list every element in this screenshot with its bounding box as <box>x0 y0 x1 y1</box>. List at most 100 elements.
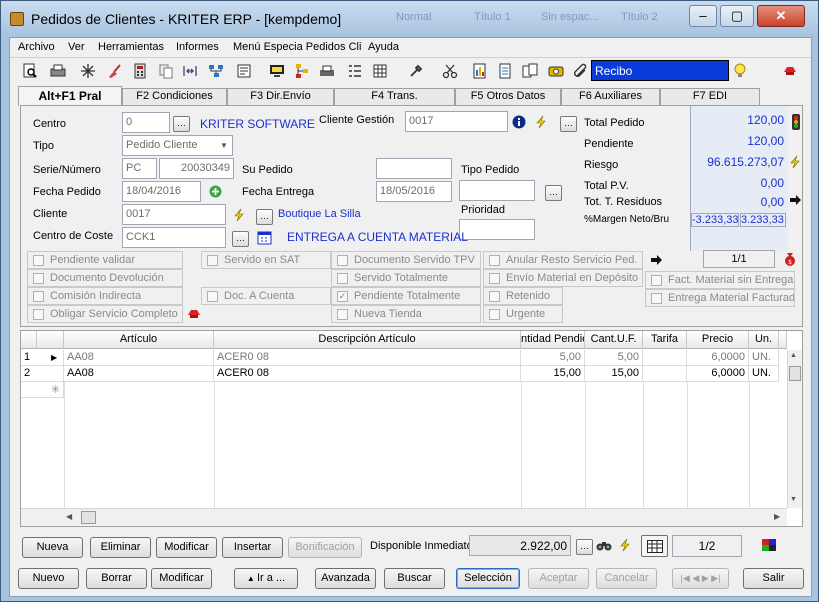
next-record-icon[interactable]: ▶ <box>702 573 709 583</box>
tab-edi[interactable]: F7 EDI <box>660 88 760 105</box>
cell-precio[interactable]: 6,0000 <box>687 366 749 382</box>
cliente-search-button[interactable]: … <box>256 209 273 225</box>
tipo-pedido-search-button[interactable]: … <box>545 185 562 201</box>
ira-button[interactable]: ▲ Ir a ... <box>234 568 298 589</box>
tab-dir-envio[interactable]: F3 Dir.Envío <box>227 88 334 105</box>
cell-descripcion[interactable]: ACER0 08 <box>214 366 521 382</box>
print-icon[interactable] <box>50 63 66 79</box>
grid-icon[interactable] <box>372 63 388 79</box>
cliente-gestion-field[interactable]: 0017 <box>405 111 508 132</box>
cliente-name[interactable]: Boutique La Silla <box>278 208 361 220</box>
tipo-pedido-field[interactable] <box>459 180 535 201</box>
seleccion-button[interactable]: Selección <box>456 568 520 589</box>
doc-icon[interactable] <box>497 63 513 79</box>
cell-un[interactable]: UN. <box>749 350 779 366</box>
cell-pendiente[interactable]: 5,00 <box>521 350 585 366</box>
salir-button[interactable]: Salir <box>743 568 804 589</box>
cell-un[interactable]: UN. <box>749 366 779 382</box>
nuevo-button[interactable]: Nuevo <box>18 568 79 589</box>
lightning-icon[interactable] <box>788 155 802 169</box>
numero-field[interactable]: 20030349 <box>159 158 234 179</box>
chk-servido-totalmente[interactable]: Servido Totalmente <box>331 269 481 287</box>
disponible-search-button[interactable]: … <box>576 539 593 555</box>
tab-transporte[interactable]: F4 Trans. <box>334 88 455 105</box>
split-icon[interactable] <box>182 63 198 79</box>
col-un[interactable]: Un. <box>749 331 779 349</box>
cell-cant-uf[interactable]: 15,00 <box>585 366 643 382</box>
tab-auxiliares[interactable]: F6 Auxiliares <box>561 88 660 105</box>
bonificacion-button[interactable]: Bonificación <box>288 537 362 558</box>
help-hat-icon[interactable] <box>187 308 201 320</box>
recibo-field[interactable]: Recibo <box>591 60 729 81</box>
tab-condiciones[interactable]: F2 Condiciones <box>122 88 227 105</box>
chk-nueva-tienda[interactable]: Nueva Tienda <box>331 305 481 323</box>
lightbulb-icon[interactable] <box>732 63 748 79</box>
centro-search-button[interactable]: … <box>173 116 190 132</box>
info-icon[interactable] <box>512 115 526 129</box>
fecha-entrega-field[interactable]: 18/05/2016 <box>376 181 452 202</box>
tree-icon[interactable] <box>208 63 224 79</box>
monitor-icon[interactable] <box>269 63 285 79</box>
col-descripcion[interactable]: Descripción Artículo <box>214 331 521 349</box>
nueva-line-button[interactable]: Nueva <box>22 537 83 558</box>
serie-field[interactable]: PC <box>122 158 157 179</box>
chk-doc-a-cuenta[interactable]: Doc. A Cuenta <box>201 287 331 305</box>
stamp-icon[interactable] <box>548 63 564 79</box>
chk-retenido[interactable]: Retenido <box>483 287 563 305</box>
col-cant-uf[interactable]: Cant.U.F. <box>585 331 643 349</box>
tab-otros-datos[interactable]: F5 Otros Datos <box>455 88 561 105</box>
preview-icon[interactable] <box>22 63 38 79</box>
insertar-line-button[interactable]: Insertar <box>222 537 283 558</box>
chk-pendiente-validar[interactable]: Pendiente validar <box>27 251 183 269</box>
hscroll-thumb[interactable] <box>81 511 96 524</box>
aceptar-button[interactable]: Aceptar <box>528 568 589 589</box>
centro-coste-field[interactable]: CCK1 <box>122 227 226 248</box>
table-view-button[interactable] <box>641 535 668 557</box>
calendar-icon[interactable] <box>257 231 272 245</box>
menu-archivo[interactable]: Archivo <box>18 41 55 53</box>
help-hat-icon[interactable] <box>782 63 798 79</box>
cell-cant-uf[interactable]: 5,00 <box>585 350 643 366</box>
menu-especial[interactable]: Menú Especia Pedidos Cli <box>233 41 361 53</box>
chk-documento-devolucion[interactable]: Documento Devolución <box>27 269 183 287</box>
col-precio[interactable]: Precio <box>687 331 749 349</box>
new-row-marker[interactable]: ✳ <box>21 382 64 398</box>
printer2-icon[interactable] <box>319 63 335 79</box>
list-icon[interactable] <box>347 63 363 79</box>
cancelar-button[interactable]: Cancelar <box>596 568 657 589</box>
org-icon[interactable] <box>294 63 310 79</box>
clip-icon[interactable] <box>572 63 588 79</box>
chk-comision-indirecta[interactable]: Comisión Indirecta <box>27 287 183 305</box>
chk-fact-material[interactable]: Fact. Material sin Entrega <box>645 271 795 289</box>
menu-ver[interactable]: Ver <box>68 41 85 53</box>
tab-principal[interactable]: Alt+F1 Pral <box>18 86 122 106</box>
horizontal-scrollbar[interactable]: ◀ ▶ <box>21 508 787 526</box>
scissors-icon[interactable] <box>442 63 458 79</box>
report-icon[interactable] <box>472 63 488 79</box>
chk-urgente[interactable]: Urgente <box>483 305 563 323</box>
minimize-button[interactable]: – <box>689 5 717 27</box>
chk-documento-servido-tpv[interactable]: Documento Servido TPV <box>331 251 481 269</box>
chk-obligar-servicio[interactable]: Obligar Servicio Completo <box>27 305 183 323</box>
cell-tarifa[interactable] <box>643 350 687 366</box>
maximize-button[interactable]: ▢ <box>720 5 754 27</box>
menu-ayuda[interactable]: Ayuda <box>368 41 399 53</box>
chk-anular-resto[interactable]: Anular Resto Servicio Ped. <box>483 251 643 269</box>
broom-icon[interactable] <box>107 63 123 79</box>
su-pedido-field[interactable] <box>376 158 452 179</box>
centro-field[interactable]: 0 <box>122 112 170 133</box>
col-tarifa[interactable]: Tarifa <box>643 331 687 349</box>
lightning-icon[interactable] <box>618 538 632 552</box>
cliente-field[interactable]: 0017 <box>122 204 226 225</box>
chk-servido-sat[interactable]: Servido en SAT <box>201 251 331 269</box>
color-grid-icon[interactable] <box>762 539 776 551</box>
lightning-icon[interactable] <box>534 115 548 129</box>
cell-precio[interactable]: 6,0000 <box>687 350 749 366</box>
copy-icon[interactable] <box>158 63 174 79</box>
cell-articulo[interactable]: AA08 <box>64 366 214 382</box>
chevron-down-icon[interactable]: ▼ <box>217 137 231 154</box>
scroll-thumb[interactable] <box>789 366 801 381</box>
borrar-button[interactable]: Borrar <box>86 568 147 589</box>
cell-descripcion[interactable]: ACER0 08 <box>214 350 521 366</box>
modificar-button[interactable]: Modificar <box>151 568 212 589</box>
